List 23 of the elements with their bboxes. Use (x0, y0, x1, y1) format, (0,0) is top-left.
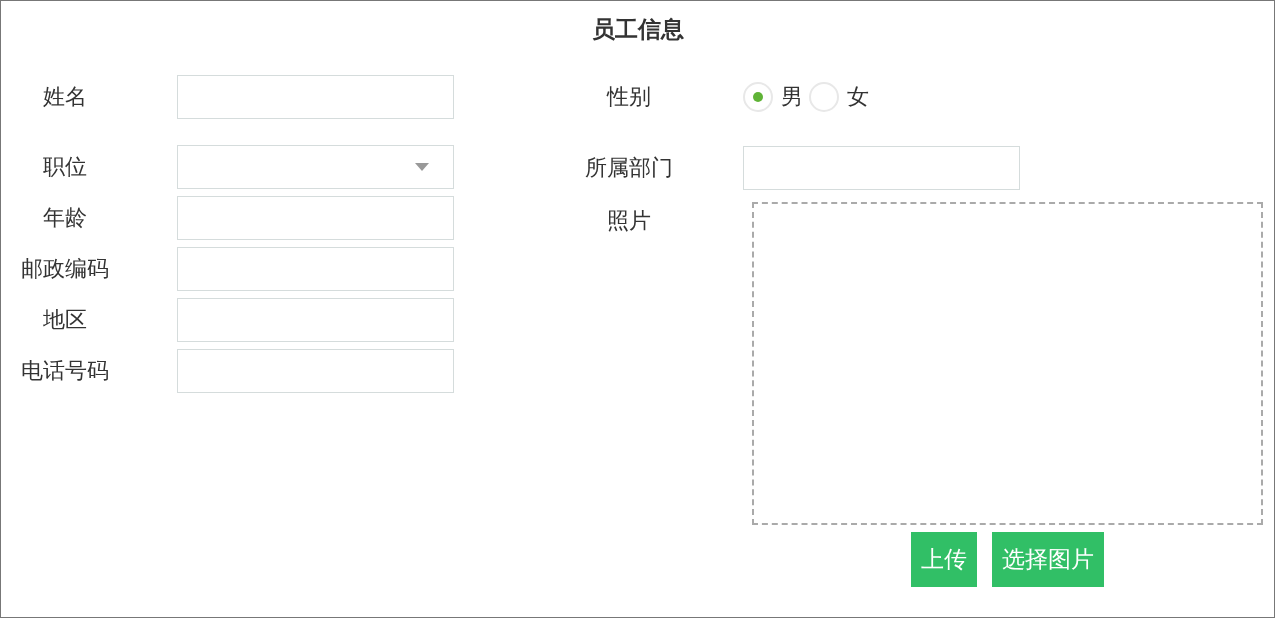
field-label: 地区 (42, 306, 88, 334)
radio-label: 女 (847, 83, 869, 111)
input-field[interactable] (177, 75, 454, 119)
field-label: 职位 (42, 153, 88, 181)
field-label: 电话号码 (20, 357, 110, 385)
radio-button[interactable] (743, 82, 773, 112)
input-field[interactable] (177, 298, 454, 342)
field-label: 年龄 (42, 204, 88, 232)
action-button[interactable]: 选择图片 (992, 532, 1104, 587)
input-field[interactable] (177, 247, 454, 291)
caret-icon (415, 163, 429, 171)
form-title: 员工信息 (590, 15, 685, 43)
field-label: 邮政编码 (20, 255, 110, 283)
dropdown-field[interactable] (177, 145, 454, 189)
action-button[interactable]: 上传 (911, 532, 977, 587)
field-label: 照片 (606, 207, 652, 235)
field-label: 性别 (605, 83, 652, 111)
radio-label: 男 (781, 83, 803, 111)
field-label: 所属部门 (584, 154, 674, 182)
input-field[interactable] (177, 349, 454, 393)
input-field[interactable] (177, 196, 454, 240)
field-label: 姓名 (42, 83, 88, 111)
input-field[interactable] (743, 146, 1020, 190)
